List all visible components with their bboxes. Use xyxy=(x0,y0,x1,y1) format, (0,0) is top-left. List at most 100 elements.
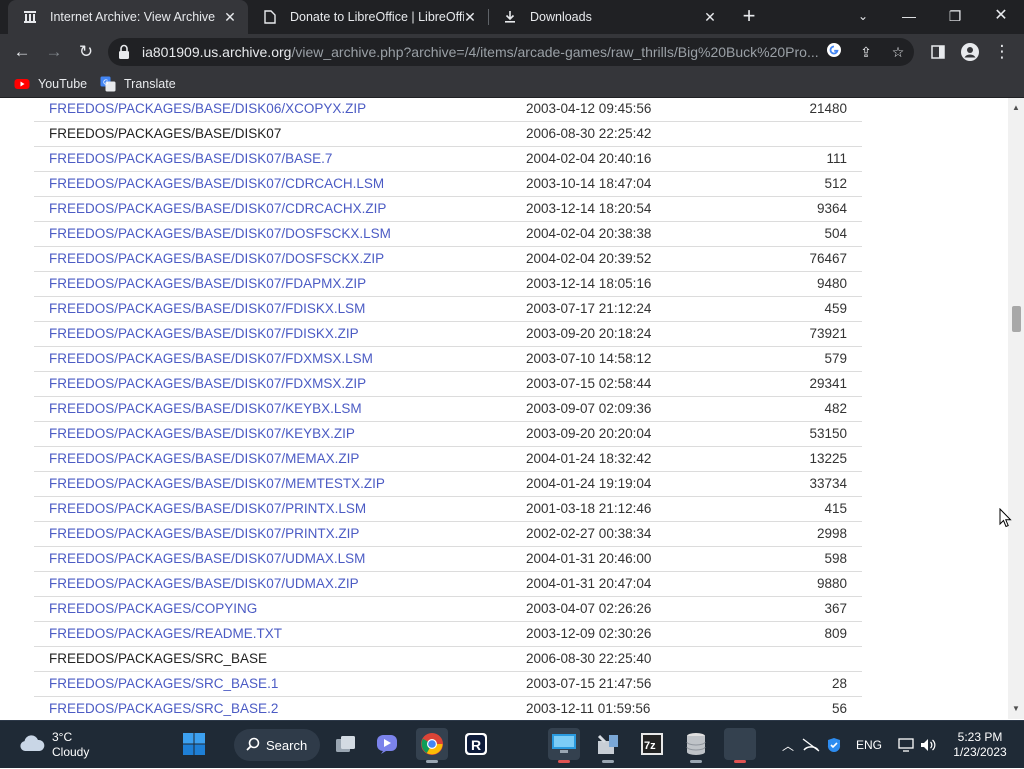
reload-button[interactable]: ↻ xyxy=(72,38,100,66)
side-panel-icon[interactable] xyxy=(924,38,952,66)
file-link[interactable]: FREEDOS/PACKAGES/BASE/DISK06/XCOPYX.ZIP xyxy=(49,98,366,121)
close-icon[interactable]: ✕ xyxy=(702,9,718,25)
file-date: 2003-07-15 21:47:56 xyxy=(526,676,652,691)
file-size: 21480 xyxy=(809,101,847,116)
file-link[interactable]: FREEDOS/PACKAGES/BASE/DISK07/FDXMSX.ZIP xyxy=(49,372,366,396)
file-link[interactable]: FREEDOS/PACKAGES/BASE/DISK07/KEYBX.LSM xyxy=(49,397,362,421)
language-indicator[interactable]: ENG xyxy=(856,721,886,769)
close-icon[interactable]: ✕ xyxy=(222,9,238,25)
file-link[interactable]: FREEDOS/PACKAGES/BASE/DISK07/DOSFSCKX.ZI… xyxy=(49,247,384,271)
weather-widget[interactable]: 3°C Cloudy xyxy=(18,730,89,760)
system-clock[interactable]: 5:23 PM 1/23/2023 xyxy=(944,730,1016,760)
url-text[interactable]: ia801909.us.archive.org/view_archive.php… xyxy=(142,38,822,66)
bookmark-label: YouTube xyxy=(38,77,88,91)
file-date: 2006-08-30 22:25:40 xyxy=(526,651,652,666)
scroll-thumb[interactable] xyxy=(1012,306,1021,332)
file-link[interactable]: FREEDOS/PACKAGES/BASE/DISK07/MEMAX.ZIP xyxy=(49,447,359,471)
minimize-button[interactable]: — xyxy=(886,0,932,34)
share-icon[interactable]: ⇪ xyxy=(856,42,876,62)
file-date: 2006-08-30 22:25:42 xyxy=(526,126,652,141)
tab-internet-archive[interactable]: Internet Archive: View Archive ✕ xyxy=(8,0,248,34)
scroll-down-arrow-icon[interactable]: ▼ xyxy=(1008,701,1024,717)
file-link[interactable]: FREEDOS/PACKAGES/BASE/DISK07/FDAPMX.ZIP xyxy=(49,272,366,296)
weather-temp: 3°C xyxy=(52,730,73,744)
file-size: 73921 xyxy=(809,326,847,341)
display-tray-icon[interactable] xyxy=(898,721,918,769)
table-row: FREEDOS/PACKAGES/BASE/DISK07/UDMAX.LSM 20… xyxy=(34,547,862,572)
file-size: 33734 xyxy=(809,476,847,491)
scroll-up-arrow-icon[interactable]: ▲ xyxy=(1008,100,1024,116)
chrome-taskbar-icon[interactable] xyxy=(416,728,448,763)
monitor-app-icon[interactable] xyxy=(548,728,580,763)
google-lens-icon[interactable] xyxy=(824,42,844,62)
file-size: 504 xyxy=(824,226,847,241)
taskbar-search[interactable]: Search xyxy=(234,729,320,761)
file-date: 2003-04-07 02:26:26 xyxy=(526,601,652,616)
file-link[interactable]: FREEDOS/PACKAGES/BASE/DISK07/PRINTX.LSM xyxy=(49,497,366,521)
active-window-button[interactable] xyxy=(724,728,756,763)
address-bar[interactable]: ia801909.us.archive.org/view_archive.php… xyxy=(108,38,914,66)
tab-downloads[interactable]: Downloads ✕ xyxy=(488,0,728,34)
mouse-cursor-icon xyxy=(999,507,1013,528)
menu-kebab-icon[interactable]: ⋮ xyxy=(988,38,1016,66)
tab-search-chevron-icon[interactable]: ⌄ xyxy=(840,0,886,34)
file-link[interactable]: FREEDOS/PACKAGES/BASE/DISK07/BASE.7 xyxy=(49,147,332,171)
table-row: FREEDOS/PACKAGES/BASE/DISK07/MEMAX.ZIP 20… xyxy=(34,447,862,472)
file-date: 2003-07-17 21:12:24 xyxy=(526,301,652,316)
new-tab-button[interactable]: + xyxy=(738,5,760,27)
weather-desc: Cloudy xyxy=(52,745,90,759)
volume-tray-icon[interactable] xyxy=(920,721,940,769)
restore-button[interactable]: ❐ xyxy=(932,0,978,34)
7zip-icon[interactable]: 7z xyxy=(636,728,668,760)
table-row: FREEDOS/PACKAGES/BASE/DISK07/FDAPMX.ZIP 2… xyxy=(34,272,862,297)
start-button[interactable] xyxy=(178,728,210,760)
table-row: FREEDOS/PACKAGES/SRC_BASE.2 2003-12-11 01… xyxy=(34,697,862,719)
close-icon[interactable]: ✕ xyxy=(462,9,478,25)
forward-button[interactable]: → xyxy=(40,38,68,66)
file-size: 28 xyxy=(831,676,847,691)
app-r-icon[interactable]: R xyxy=(460,728,492,760)
network-tray-icon[interactable] xyxy=(802,721,824,769)
file-link[interactable]: FREEDOS/PACKAGES/BASE/DISK07/DOSFSCKX.LS… xyxy=(49,222,391,246)
file-link[interactable]: FREEDOS/PACKAGES/BASE/DISK07/KEYBX.ZIP xyxy=(49,422,355,446)
file-size: 9364 xyxy=(816,201,847,216)
tab-libreoffice[interactable]: Donate to LibreOffice | LibreOffic ✕ xyxy=(248,0,488,34)
teams-chat-icon[interactable] xyxy=(372,728,404,760)
file-link[interactable]: FREEDOS/PACKAGES/BASE/DISK07/UDMAX.ZIP xyxy=(49,572,359,596)
url-path: /view_archive.php?archive=/4/items/arcad… xyxy=(291,44,819,60)
tray-chevron-icon[interactable]: ︿ xyxy=(778,721,798,769)
file-link[interactable]: FREEDOS/PACKAGES/BASE/DISK07/MEMTESTX.ZI… xyxy=(49,472,385,496)
file-size: 9880 xyxy=(816,576,847,591)
table-row: FREEDOS/PACKAGES/BASE/DISK07/UDMAX.ZIP 20… xyxy=(34,572,862,597)
file-link[interactable]: FREEDOS/PACKAGES/BASE/DISK07/CDRCACHX.ZI… xyxy=(49,197,386,221)
youtube-icon xyxy=(14,76,30,92)
file-date: 2003-10-14 18:47:04 xyxy=(526,176,652,191)
file-date: 2004-02-04 20:38:38 xyxy=(526,226,652,241)
tools-app-icon[interactable] xyxy=(592,728,624,763)
file-link[interactable]: FREEDOS/PACKAGES/BASE/DISK07/FDISKX.ZIP xyxy=(49,322,359,346)
file-link[interactable]: FREEDOS/PACKAGES/SRC_BASE.1 xyxy=(49,672,278,696)
file-link[interactable]: FREEDOS/PACKAGES/SRC_BASE.2 xyxy=(49,697,278,719)
file-link[interactable]: FREEDOS/PACKAGES/BASE/DISK07/CDRCACH.LSM xyxy=(49,172,384,196)
profile-avatar[interactable] xyxy=(956,38,984,66)
defender-tray-icon[interactable] xyxy=(826,721,848,769)
bookmark-youtube[interactable]: YouTube xyxy=(14,75,87,93)
page-scrollbar[interactable]: ▲ ▼ xyxy=(1008,98,1024,719)
file-link[interactable]: FREEDOS/PACKAGES/BASE/DISK07/PRINTX.ZIP xyxy=(49,522,359,546)
file-link[interactable]: FREEDOS/PACKAGES/BASE/DISK07/FDISKX.LSM xyxy=(49,297,365,321)
file-link[interactable]: FREEDOS/PACKAGES/BASE/DISK07/UDMAX.LSM xyxy=(49,547,365,571)
task-view-icon[interactable] xyxy=(330,728,362,760)
bookmark-translate[interactable]: G Translate xyxy=(100,75,176,93)
search-icon xyxy=(246,737,260,754)
file-link[interactable]: FREEDOS/PACKAGES/COPYING xyxy=(49,597,257,621)
bookmark-star-icon[interactable]: ☆ xyxy=(888,42,908,62)
file-size: 53150 xyxy=(809,426,847,441)
file-link[interactable]: FREEDOS/PACKAGES/BASE/DISK07/FDXMSX.LSM xyxy=(49,347,373,371)
file-date: 2003-09-20 20:20:04 xyxy=(526,426,652,441)
back-button[interactable]: ← xyxy=(8,38,36,66)
database-app-icon[interactable] xyxy=(680,728,712,763)
file-size: 76467 xyxy=(809,251,847,266)
file-link[interactable]: FREEDOS/PACKAGES/README.TXT xyxy=(49,622,282,646)
bookmark-label: Translate xyxy=(124,77,176,91)
close-window-button[interactable]: ✕ xyxy=(978,0,1024,34)
